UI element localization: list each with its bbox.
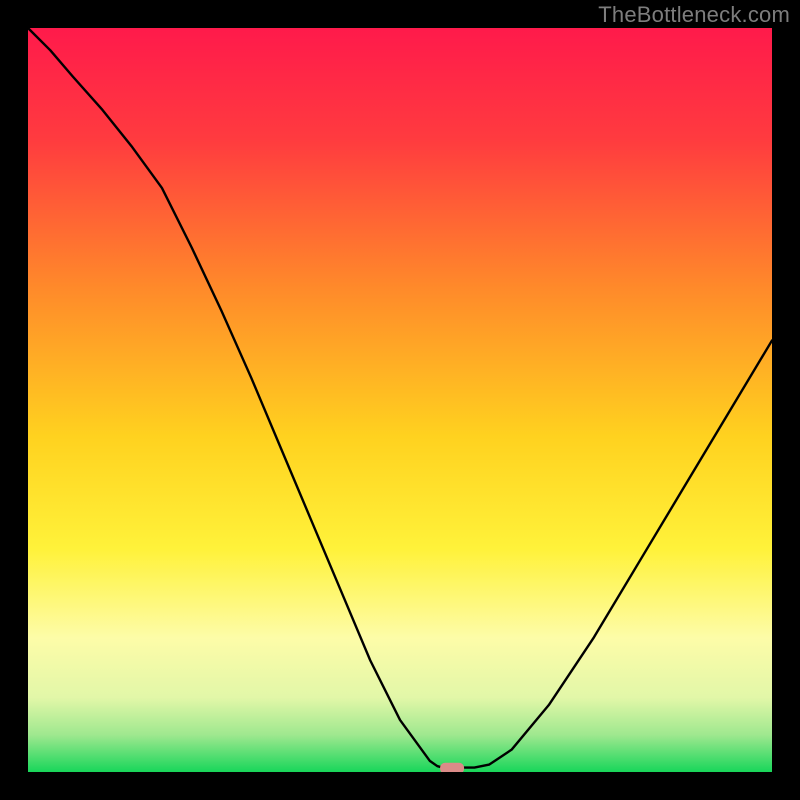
- gradient-background: [28, 28, 772, 772]
- chart-svg: [28, 28, 772, 772]
- chart-frame: TheBottleneck.com: [0, 0, 800, 800]
- plot-area: [28, 28, 772, 772]
- optimal-marker: [440, 763, 464, 772]
- watermark-text: TheBottleneck.com: [598, 2, 790, 28]
